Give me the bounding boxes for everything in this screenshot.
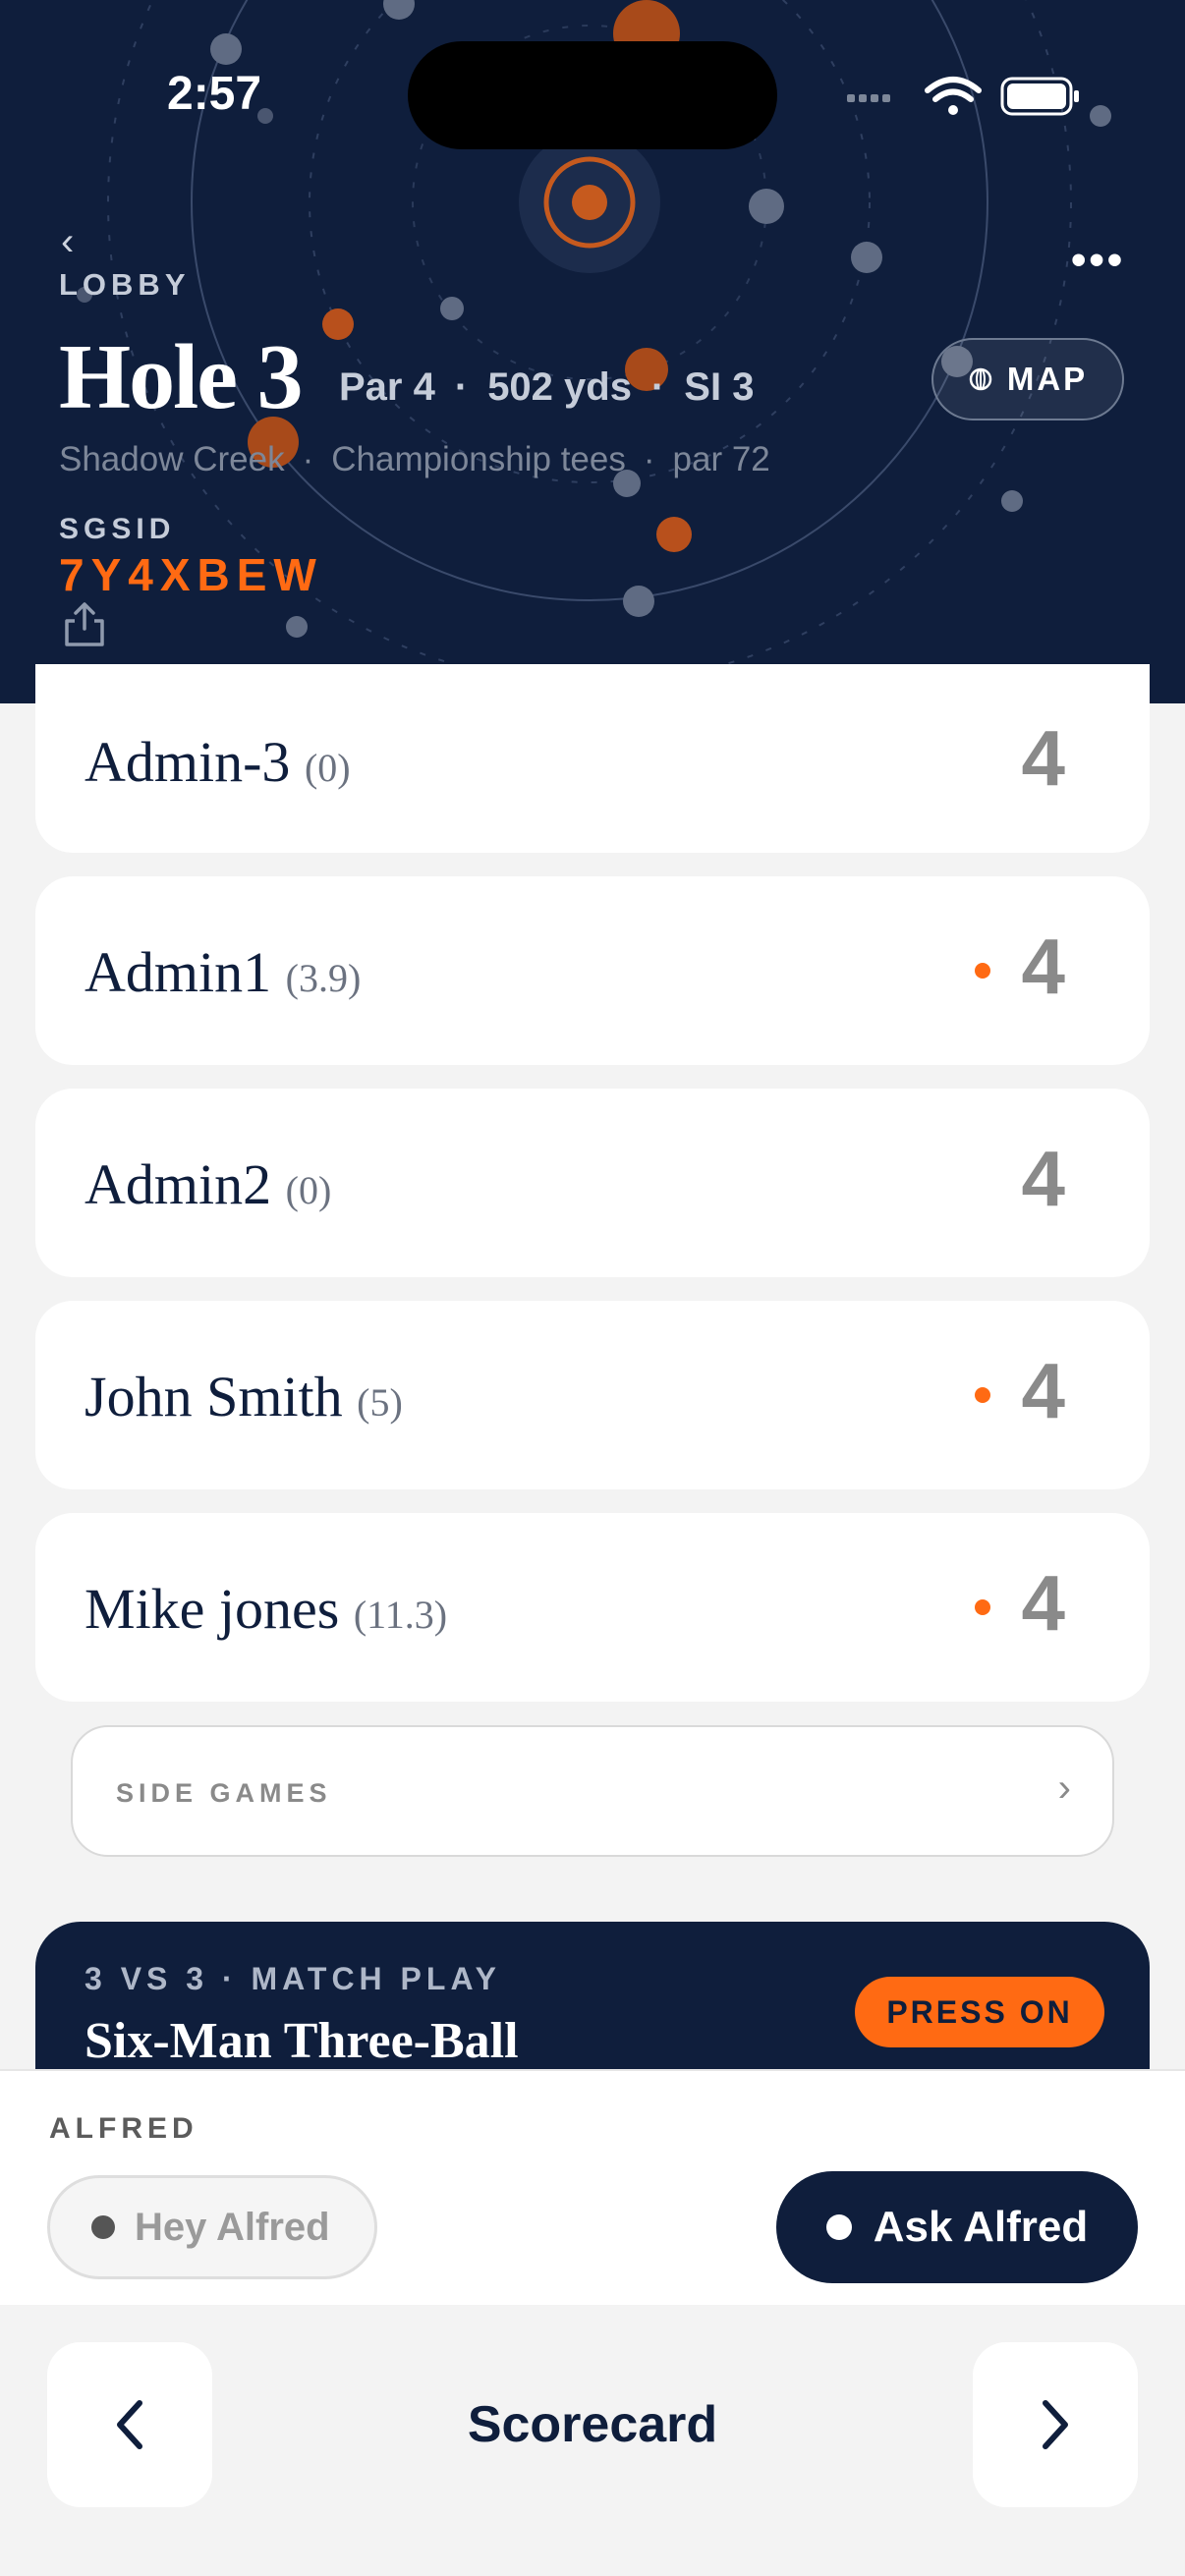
player-name: John Smith (5) <box>85 1365 403 1428</box>
player-name: Mike jones (11.3) <box>85 1577 448 1641</box>
course-info: Shadow Creek · Championship tees · par 72 <box>59 440 770 478</box>
match-format: 3 VS 3 · MATCH PLAY <box>85 1961 501 1996</box>
course-tees: Championship tees <box>331 440 626 478</box>
course-name: Shadow Creek <box>59 440 285 478</box>
player-score[interactable]: 4 <box>1022 1346 1066 1436</box>
player-handicap: (0) <box>285 1168 332 1212</box>
player-name: Admin1 (3.9) <box>85 940 362 1004</box>
match-card[interactable]: 3 VS 3 · MATCH PLAY Six-Man Three-Ball P… <box>35 1922 1150 2069</box>
mic-dot-icon <box>91 2215 115 2239</box>
player-handicap: (0) <box>304 746 351 790</box>
more-icon[interactable]: ••• <box>1071 236 1125 285</box>
match-title: Six-Man Three-Ball <box>85 2013 519 2069</box>
next-arrow-icon <box>1043 2400 1068 2449</box>
hey-alfred-label: Hey Alfred <box>135 2205 330 2249</box>
ask-alfred-label: Ask Alfred <box>873 2203 1089 2251</box>
hole-header: 2:57 ‹ LOBBY ••• Hole 3 Par 4 · 502 yds · SI… <box>0 0 1185 703</box>
globe-icon <box>969 367 992 391</box>
player-card[interactable]: Admin-3 (0) 4 <box>35 664 1150 853</box>
hole-par: Par 4 <box>339 365 435 409</box>
hey-alfred-button[interactable]: Hey Alfred <box>47 2175 377 2279</box>
status-icons <box>847 77 1079 116</box>
back-to-lobby-link[interactable]: LOBBY <box>59 267 191 303</box>
signal-icon <box>847 94 890 102</box>
alfred-panel: ALFRED Hey Alfred Ask Alfred <box>0 2069 1185 2305</box>
status-time: 2:57 <box>167 68 262 120</box>
player-card[interactable]: Admin2 (0) 4 <box>35 1089 1150 1277</box>
status-dot <box>975 963 990 979</box>
hole-meta: Par 4 · 502 yds · SI 3 <box>339 365 755 409</box>
player-handicap: (3.9) <box>285 956 362 1000</box>
player-handicap: (5) <box>357 1380 403 1425</box>
player-name: Admin2 (0) <box>85 1152 332 1216</box>
hole-yards: 502 yds <box>487 365 632 409</box>
next-hole-button[interactable] <box>973 2342 1138 2507</box>
press-on-button[interactable]: PRESS ON <box>855 1977 1104 2047</box>
player-score[interactable]: 4 <box>1022 922 1066 1012</box>
share-icon[interactable] <box>63 601 106 648</box>
hole-si: SI 3 <box>684 365 755 409</box>
player-name: Admin-3 (0) <box>85 730 351 794</box>
map-label: MAP <box>1006 361 1089 397</box>
side-games-button[interactable]: SIDE GAMES › <box>71 1725 1114 1857</box>
player-card[interactable]: Admin1 (3.9) 4 <box>35 876 1150 1065</box>
alfred-label: ALFRED <box>49 2112 198 2145</box>
battery-icon <box>1000 77 1079 116</box>
wifi-icon <box>925 77 982 102</box>
back-chevron-icon[interactable]: ‹ <box>61 220 74 264</box>
dynamic-island <box>408 41 777 149</box>
course-par: par 72 <box>672 440 770 478</box>
hole-title: Hole 3 <box>59 326 303 428</box>
map-button[interactable]: MAP <box>931 338 1124 420</box>
player-card[interactable]: Mike jones (11.3) 4 <box>35 1513 1150 1702</box>
player-score[interactable]: 4 <box>1022 713 1066 804</box>
player-handicap: (11.3) <box>353 1593 448 1637</box>
side-games-label: SIDE GAMES <box>116 1778 332 1808</box>
ask-alfred-button[interactable]: Ask Alfred <box>776 2171 1138 2283</box>
status-dot <box>975 1599 990 1615</box>
sgsid-label: SGSID <box>59 513 176 545</box>
sgsid-code: 7Y4XBEW <box>59 549 323 600</box>
mic-dot-icon <box>825 2214 852 2240</box>
player-score[interactable]: 4 <box>1022 1558 1066 1649</box>
player-card[interactable]: John Smith (5) 4 <box>35 1301 1150 1489</box>
chevron-right-icon: › <box>1057 1766 1071 1810</box>
status-dot <box>975 1387 990 1403</box>
player-score[interactable]: 4 <box>1022 1134 1066 1224</box>
